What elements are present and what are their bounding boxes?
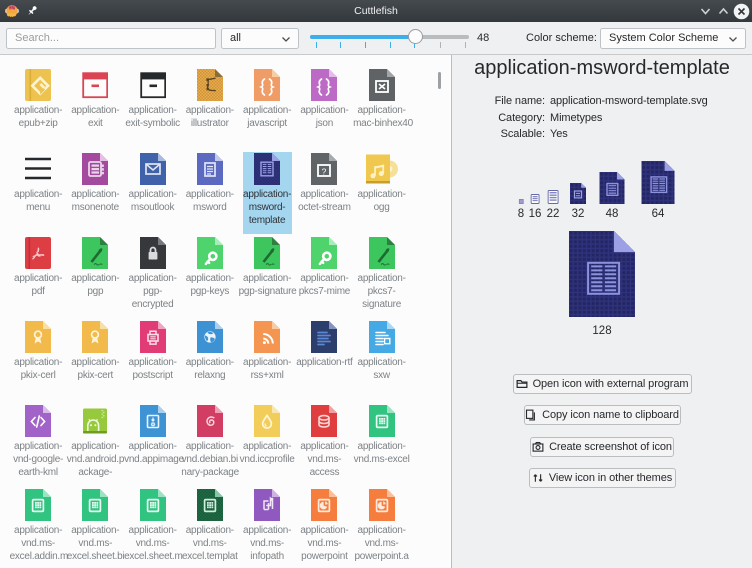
svg-text:?: ? [322, 166, 327, 176]
